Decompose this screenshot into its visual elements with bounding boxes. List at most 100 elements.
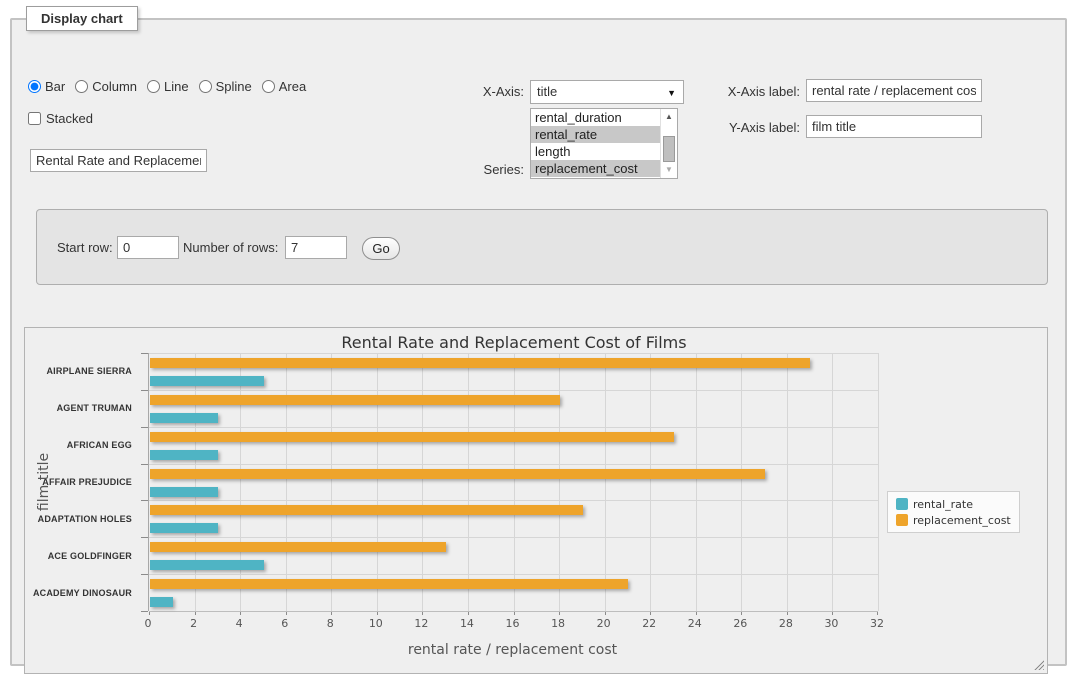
x-tick-label: 20 [584,617,624,630]
chart-type-radio-line[interactable] [147,80,160,93]
stacked-checkbox[interactable] [28,112,41,125]
y-axis-label-input[interactable] [806,115,982,138]
display-chart-fieldset: Display chart Bar Column Line Spline Area St… [10,6,1067,666]
x-tick-label: 16 [493,617,533,630]
replacement_cost-bar [150,469,765,479]
resize-handle-icon[interactable] [1033,659,1044,670]
chart-type-radio-spline[interactable] [199,80,212,93]
chart-type-option-label: Spline [216,79,252,94]
x-axis-select-label: X-Axis: [430,80,524,104]
chart-type-option-column[interactable]: Column [75,79,137,94]
gridline [377,353,378,611]
select-dropdown-arrow-icon: ▼ [667,81,676,105]
x-axis-select[interactable]: title ▼ [530,80,684,104]
chart-type-radio-column[interactable] [75,80,88,93]
band-line [149,537,878,538]
chart-type-option-line[interactable]: Line [147,79,189,94]
start-row-input[interactable] [117,236,179,259]
series-scrollbar[interactable]: ▲ ▼ [660,109,677,178]
row-controls-panel: Start row: Number of rows: Go [36,209,1048,285]
series-option-replacement_cost[interactable]: replacement_cost [531,160,677,177]
chart-type-option-label: Line [164,79,189,94]
band-line [149,611,878,612]
scroll-down-arrow-icon[interactable]: ▼ [661,163,677,177]
y-axis-tick [141,611,148,612]
chart-legend: rental_rate replacement_cost [887,491,1020,533]
scroll-up-arrow-icon[interactable]: ▲ [661,110,677,124]
gridline [559,353,560,611]
x-tick-label: 4 [219,617,259,630]
chart-type-radio-bar[interactable] [28,80,41,93]
y-axis-tick [141,464,148,465]
rental_rate-bar [150,376,264,386]
chart-type-option-label: Bar [45,79,65,94]
gridline [286,353,287,611]
rental_rate-bar [150,597,173,607]
band-line [149,353,878,354]
band-line [149,500,878,501]
x-tick-label: 18 [538,617,578,630]
x-tick-label: 32 [857,617,897,630]
series-option-rental_duration[interactable]: rental_duration [531,109,677,126]
legend-label: rental_rate [913,498,973,511]
band-line [149,574,878,575]
x-axis-title: rental rate / replacement cost [148,642,877,658]
band-line [149,464,878,465]
y-axis-tick [141,353,148,354]
gridline [696,353,697,611]
page: Display chart Bar Column Line Spline Area St… [0,0,1081,681]
gridline [468,353,469,611]
gridline [422,353,423,611]
chart-type-option-label: Area [279,79,306,94]
rental_rate-bar [150,487,218,497]
x-axis-label-input[interactable] [806,79,982,102]
gridline [832,353,833,611]
chart-type-group: Bar Column Line Spline Area [28,79,316,96]
replacement_cost-bar [150,505,583,515]
series-option-rental_rate[interactable]: rental_rate [531,126,677,143]
band-line [149,427,878,428]
chart-type-option-spline[interactable]: Spline [199,79,252,94]
replacement_cost-bar [150,432,674,442]
number-of-rows-input[interactable] [285,236,347,259]
rental_rate-swatch-icon [896,498,908,510]
x-tick-label: 0 [128,617,168,630]
y-axis-tick [141,427,148,428]
gridline [741,353,742,611]
chart-type-radio-area[interactable] [262,80,275,93]
x-tick-label: 2 [174,617,214,630]
chart-title-input[interactable] [30,149,207,172]
chart-panel: Rental Rate and Replacement Cost of Film… [24,327,1048,674]
gridline [514,353,515,611]
series-multiselect[interactable]: rental_durationrental_ratelengthreplacem… [530,108,678,179]
gridline [331,353,332,611]
gridline [650,353,651,611]
replacement_cost-bar [150,395,560,405]
legend-label: replacement_cost [913,514,1011,527]
fieldset-legend: Display chart [26,6,138,31]
chart-title: Rental Rate and Replacement Cost of Film… [25,333,1003,352]
x-tick-label: 24 [675,617,715,630]
scrollbar-thumb[interactable] [663,136,675,162]
rental_rate-bar [150,523,218,533]
replacement_cost-swatch-icon [896,514,908,526]
x-axis-label-label: X-Axis label: [706,81,800,103]
x-tick-label: 8 [310,617,350,630]
chart-type-option-bar[interactable]: Bar [28,79,65,94]
series-select-label: Series: [430,161,524,179]
chart-type-option-area[interactable]: Area [262,79,306,94]
start-row-label: Start row: [57,236,113,259]
series-option-length[interactable]: length [531,143,677,160]
go-button[interactable]: Go [362,237,400,260]
legend-item-rental_rate[interactable]: rental_rate [896,496,1011,512]
stacked-option[interactable]: Stacked [28,111,93,126]
x-tick-label: 26 [720,617,760,630]
x-tick-label: 10 [356,617,396,630]
replacement_cost-bar [150,358,810,368]
legend-item-replacement_cost[interactable]: replacement_cost [896,512,1011,528]
x-tick-label: 14 [447,617,487,630]
band-line [149,390,878,391]
y-axis-label-label: Y-Axis label: [706,117,800,139]
x-tick-label: 12 [401,617,441,630]
chart-type-option-label: Column [92,79,137,94]
